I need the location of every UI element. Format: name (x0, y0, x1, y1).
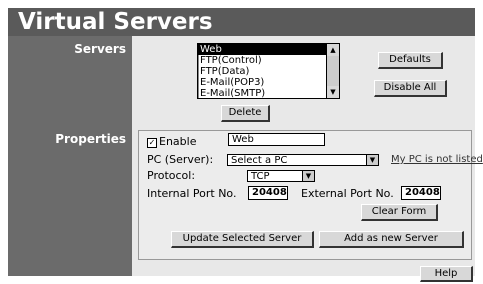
external-port-input[interactable]: 20408 (401, 186, 441, 200)
scroll-up-icon[interactable]: ▲ (327, 44, 339, 56)
chevron-down-icon[interactable]: ▼ (302, 171, 314, 181)
server-item-email-pop3[interactable]: E-Mail(POP3) (198, 77, 339, 88)
server-item-web[interactable]: Web (198, 44, 339, 55)
sidebar: Servers Properties (8, 36, 132, 276)
protocol-label: Protocol: (147, 169, 196, 182)
servers-listbox[interactable]: Web FTP(Control) FTP(Data) E-Mail(POP3) … (197, 43, 340, 99)
servers-label: Servers (74, 42, 126, 56)
content-area: Web FTP(Control) FTP(Data) E-Mail(POP3) … (132, 36, 483, 282)
protocol-select[interactable]: TCP ▼ (247, 170, 315, 182)
defaults-button[interactable]: Defaults (378, 52, 443, 69)
external-port-label: External Port No. (301, 187, 394, 200)
server-item-ftp-control[interactable]: FTP(Control) (198, 55, 339, 66)
enable-label: Enable (159, 135, 197, 148)
server-item-ftp-data[interactable]: FTP(Data) (198, 66, 339, 77)
clear-form-button[interactable]: Clear Form (361, 204, 438, 221)
pc-not-listed-link[interactable]: My PC is not listed (391, 154, 483, 165)
update-server-button[interactable]: Update Selected Server (171, 231, 314, 248)
server-name-input[interactable]: Web (228, 133, 325, 146)
help-button[interactable]: Help (420, 266, 473, 282)
delete-button[interactable]: Delete (221, 105, 270, 122)
pc-server-value: Select a PC (231, 155, 288, 166)
protocol-value: TCP (251, 171, 270, 182)
pc-server-select[interactable]: Select a PC ▼ (227, 154, 379, 166)
internal-port-input[interactable]: 20408 (248, 186, 288, 200)
servers-scrollbar[interactable]: ▲ ▼ (326, 44, 339, 98)
pc-server-label: PC (Server): (147, 153, 214, 166)
server-item-email-smtp[interactable]: E-Mail(SMTP) (198, 88, 339, 98)
page-title: Virtual Servers (18, 9, 213, 35)
virtual-servers-panel: Virtual Servers Servers Properties Web F… (0, 0, 483, 284)
properties-box: ✓ Enable Web PC (Server): Select a PC ▼ … (138, 130, 483, 260)
enable-checkbox[interactable]: ✓ (147, 138, 157, 148)
chevron-down-icon[interactable]: ▼ (366, 155, 378, 165)
disable-all-button[interactable]: Disable All (374, 80, 447, 97)
add-server-button[interactable]: Add as new Server (319, 231, 464, 248)
scroll-down-icon[interactable]: ▼ (327, 86, 339, 98)
properties-label: Properties (55, 132, 126, 146)
title-bar: Virtual Servers (8, 8, 475, 36)
internal-port-label: Internal Port No. (147, 187, 237, 200)
